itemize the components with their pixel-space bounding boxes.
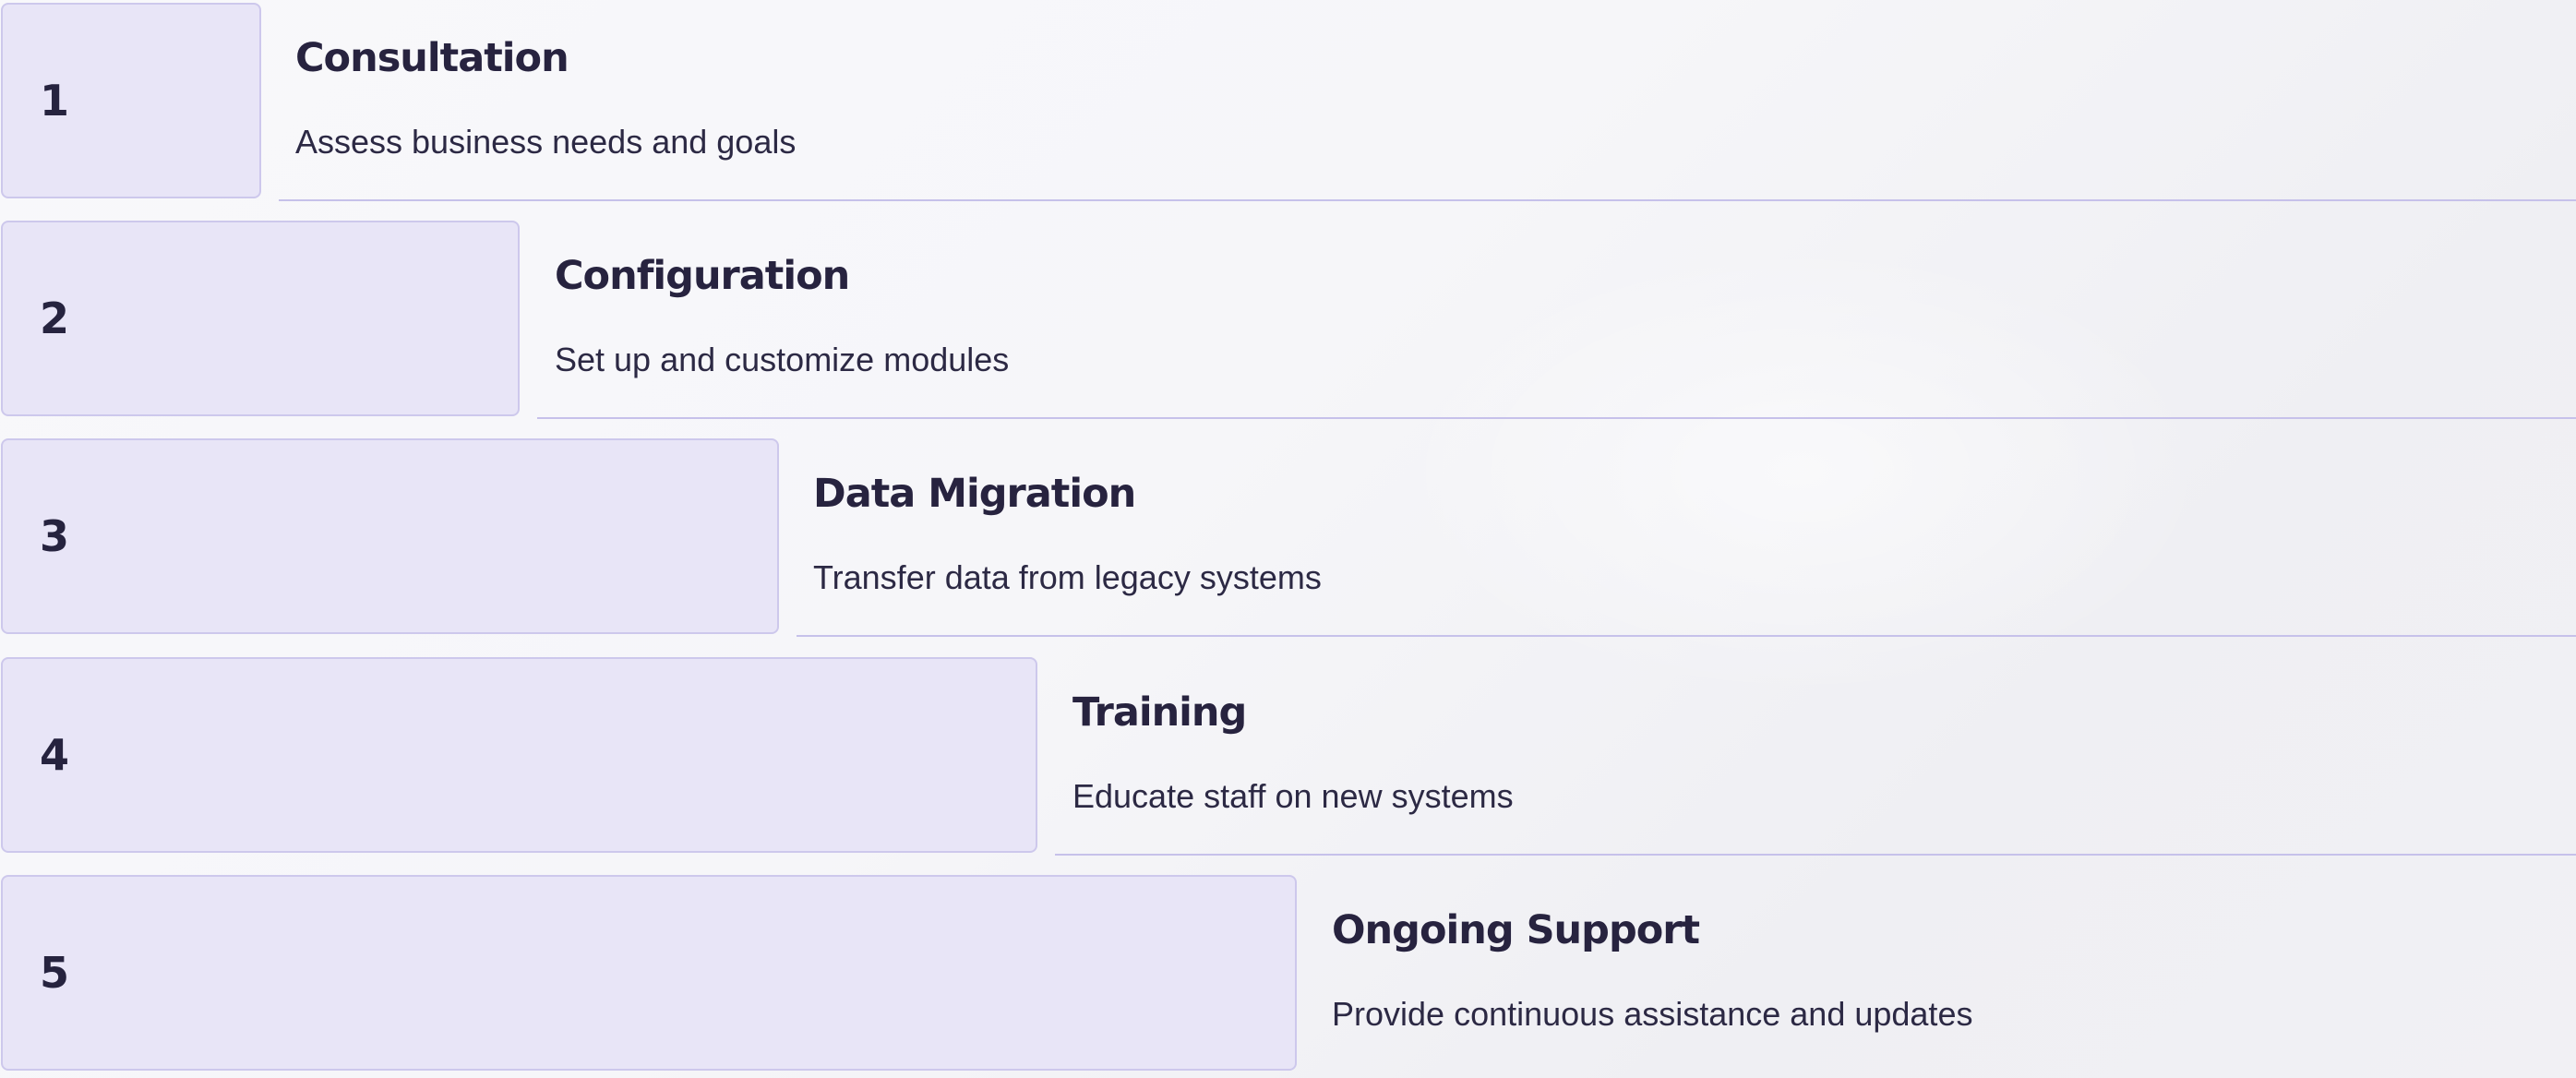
step-number: 4 <box>40 730 70 780</box>
step-title: Ongoing Support <box>1332 907 1700 953</box>
step-title: Training <box>1072 689 1247 736</box>
step-description: Assess business needs and goals <box>295 123 797 161</box>
step-title: Data Migration <box>813 471 1136 517</box>
step-number-box: 5 <box>1 875 1297 1071</box>
step-number-box: 2 <box>1 221 520 416</box>
step-description: Set up and customize modules <box>555 341 1010 378</box>
step-3: 3 Data Migration Transfer data from lega… <box>0 436 2576 637</box>
step-2: 2 Configuration Set up and customize mod… <box>0 218 2576 419</box>
step-number: 2 <box>40 293 70 343</box>
step-number: 5 <box>40 948 70 998</box>
step-underline <box>1055 854 2576 856</box>
step-title: Consultation <box>295 35 569 81</box>
step-number: 1 <box>40 76 70 126</box>
step-4: 4 Training Educate staff on new systems <box>0 654 2576 856</box>
step-number-box: 1 <box>1 3 261 198</box>
step-description: Educate staff on new systems <box>1072 777 1514 815</box>
step-1: 1 Consultation Assess business needs and… <box>0 0 2576 201</box>
step-underline <box>797 635 2576 637</box>
step-number-box: 3 <box>1 438 779 634</box>
step-number: 3 <box>40 511 70 561</box>
step-description: Provide continuous assistance and update… <box>1332 995 1973 1033</box>
step-5: 5 Ongoing Support Provide continuous ass… <box>0 872 2576 1073</box>
step-title: Configuration <box>555 253 850 299</box>
step-number-box: 4 <box>1 657 1037 853</box>
step-underline <box>279 199 2576 201</box>
step-description: Transfer data from legacy systems <box>813 558 1322 596</box>
step-underline <box>537 417 2576 419</box>
